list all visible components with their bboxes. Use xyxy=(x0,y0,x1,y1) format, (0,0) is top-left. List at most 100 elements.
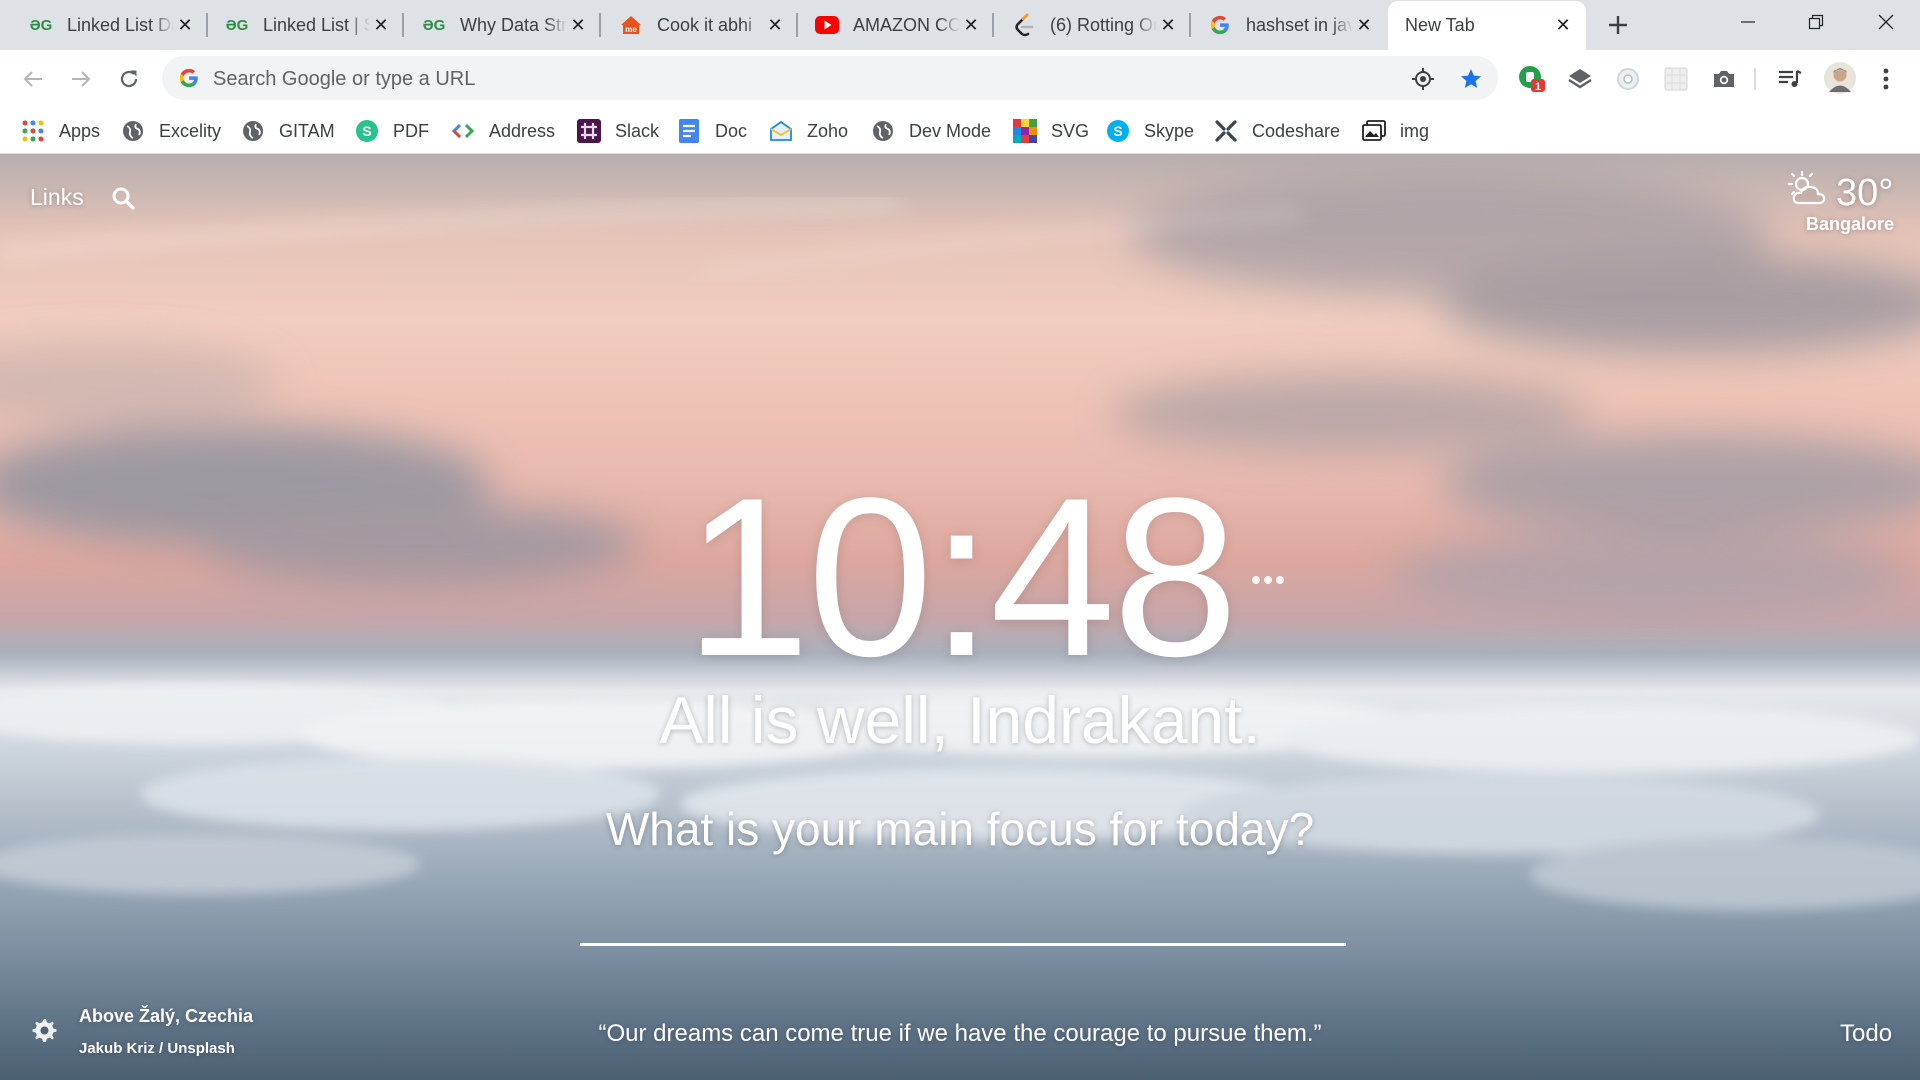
tab-hashset-in-java[interactable]: hashset in java ✕ xyxy=(1179,0,1387,50)
bookmark-doc[interactable]: Doc xyxy=(677,118,747,144)
close-tab-icon[interactable]: ✕ xyxy=(1353,14,1375,36)
location-target-icon[interactable] xyxy=(1411,67,1435,91)
close-tab-icon[interactable]: ✕ xyxy=(1157,14,1179,36)
close-icon xyxy=(1878,14,1894,30)
home-icon: me xyxy=(619,13,643,37)
extension-layers-icon[interactable] xyxy=(1566,65,1594,93)
tab-new-tab[interactable]: New Tab ✕ xyxy=(1388,1,1586,50)
codeshare-icon xyxy=(1214,119,1238,143)
bookmark-excelity[interactable]: Excelity xyxy=(121,118,221,144)
tab-linked-list-set[interactable]: ƏG Linked List | Set 1 ✕ xyxy=(196,0,404,50)
avatar[interactable] xyxy=(1824,62,1856,94)
extension-color-picker-icon[interactable] xyxy=(1614,65,1642,93)
leetcode-icon xyxy=(1012,13,1036,37)
bookmark-apps[interactable]: Apps xyxy=(21,118,100,144)
google-icon xyxy=(179,68,198,88)
tab-rotting-oranges[interactable]: (6) Rotting Oranges ✕ xyxy=(983,0,1191,50)
gear-icon[interactable] xyxy=(30,1016,58,1044)
bookmark-skype[interactable]: S Skype xyxy=(1106,118,1194,144)
docs-icon xyxy=(677,119,701,143)
daily-quote[interactable]: “Our dreams can come true if we have the… xyxy=(470,1020,1450,1048)
new-tab-button[interactable] xyxy=(1604,11,1632,39)
omnibox-placeholder: Search Google or type a URL xyxy=(213,68,476,90)
close-window-button[interactable] xyxy=(1852,0,1920,44)
youtube-icon xyxy=(815,13,839,37)
slack-icon xyxy=(577,119,601,143)
code-icon xyxy=(451,119,475,143)
extension-evernote-icon[interactable]: 1 xyxy=(1518,65,1546,93)
arrow-left-icon xyxy=(23,71,42,87)
svg-text:me: me xyxy=(625,25,637,34)
clock: 10:48 xyxy=(684,450,1239,703)
bookmark-dev-mode[interactable]: Dev Mode xyxy=(871,118,991,144)
new-tab-dashboard: Links 30° Bangalore 10:48 All is well, I… xyxy=(0,154,1920,1080)
svg-icon xyxy=(1013,119,1037,143)
bookmark-gitam[interactable]: GITAM xyxy=(241,118,335,144)
bookmark-zoho[interactable]: Zoho xyxy=(769,118,848,144)
tab-strip: ƏG Linked List Data Structure ✕ ƏG Linke… xyxy=(0,0,1920,50)
extension-camera-icon[interactable] xyxy=(1710,65,1738,93)
tab-cook-it-abhi[interactable]: me Cook it abhi ✕ xyxy=(590,0,798,50)
extension-grid-icon[interactable] xyxy=(1662,65,1690,93)
skype-icon: S xyxy=(1106,119,1130,143)
more-options-icon[interactable] xyxy=(1250,574,1286,586)
tab-linked-list-ds[interactable]: ƏG Linked List Data Structure ✕ xyxy=(0,0,208,50)
search-icon[interactable] xyxy=(111,186,135,210)
image-icon xyxy=(1362,119,1386,143)
apps-grid-icon xyxy=(21,119,45,143)
close-tab-icon[interactable]: ✕ xyxy=(960,14,982,36)
zoho-icon xyxy=(769,119,793,143)
bookmark-svg[interactable]: SVG xyxy=(1013,118,1089,144)
bookmark-pdf[interactable]: S PDF xyxy=(355,118,429,144)
links-toggle[interactable]: Links xyxy=(30,184,84,211)
close-tab-icon[interactable]: ✕ xyxy=(764,14,786,36)
bookmark-img[interactable]: img xyxy=(1362,118,1429,144)
focus-input[interactable] xyxy=(580,898,1346,946)
svg-text:S: S xyxy=(1113,123,1122,139)
close-tab-icon[interactable]: ✕ xyxy=(1552,15,1574,37)
plus-icon xyxy=(1609,16,1627,34)
photo-credit[interactable]: Jakub Kriz / Unsplash xyxy=(79,1040,235,1057)
partly-cloudy-icon[interactable] xyxy=(1788,170,1828,210)
photo-location[interactable]: Above Žalý, Czechia xyxy=(79,1006,253,1027)
greeting: All is well, Indrakant. xyxy=(659,683,1261,757)
close-tab-icon[interactable]: ✕ xyxy=(174,14,196,36)
bookmark-codeshare[interactable]: Codeshare xyxy=(1214,118,1340,144)
weather-city[interactable]: Bangalore xyxy=(1806,214,1894,235)
todo-button[interactable]: Todo xyxy=(1840,1020,1892,1048)
tab-amazon-coding[interactable]: AMAZON CODING ✕ xyxy=(786,0,994,50)
google-icon xyxy=(1208,13,1232,37)
minimize-icon xyxy=(1741,21,1755,23)
globe-icon xyxy=(241,119,265,143)
smallpdf-icon: S xyxy=(355,119,379,143)
bookmark-address[interactable]: Address xyxy=(451,118,555,144)
tab-why-data-structures[interactable]: ƏG Why Data Structures ✕ xyxy=(393,0,601,50)
svg-text:S: S xyxy=(362,123,371,139)
media-control-icon[interactable] xyxy=(1776,65,1804,93)
bookmark-star-icon[interactable] xyxy=(1459,67,1483,91)
browser-toolbar: Search Google or type a URL 1 xyxy=(0,50,1920,106)
bookmark-slack[interactable]: Slack xyxy=(577,118,659,144)
restore-icon xyxy=(1808,14,1824,30)
back-button[interactable] xyxy=(18,64,48,94)
globe-icon xyxy=(871,119,895,143)
geeksforgeeks-icon: ƏG xyxy=(422,16,446,34)
svg-text:1: 1 xyxy=(1535,81,1541,93)
reload-icon xyxy=(120,70,138,88)
weather-temperature[interactable]: 30° xyxy=(1836,172,1893,215)
more-menu-icon[interactable] xyxy=(1872,65,1900,93)
geeksforgeeks-icon: ƏG xyxy=(225,16,249,34)
restore-button[interactable] xyxy=(1782,0,1850,44)
bookmarks-bar: Apps Excelity GITAM S PDF Address Slack xyxy=(0,106,1920,154)
close-tab-icon[interactable]: ✕ xyxy=(370,14,392,36)
focus-question: What is your main focus for today? xyxy=(605,803,1315,855)
geeksforgeeks-icon: ƏG xyxy=(29,16,53,34)
globe-icon xyxy=(121,119,145,143)
forward-button[interactable] xyxy=(66,64,96,94)
minimize-button[interactable] xyxy=(1714,0,1782,44)
reload-button[interactable] xyxy=(114,64,144,94)
toolbar-separator xyxy=(1754,68,1756,90)
close-tab-icon[interactable]: ✕ xyxy=(567,14,589,36)
arrow-right-icon xyxy=(72,71,91,87)
omnibox[interactable]: Search Google or type a URL xyxy=(162,56,1498,100)
